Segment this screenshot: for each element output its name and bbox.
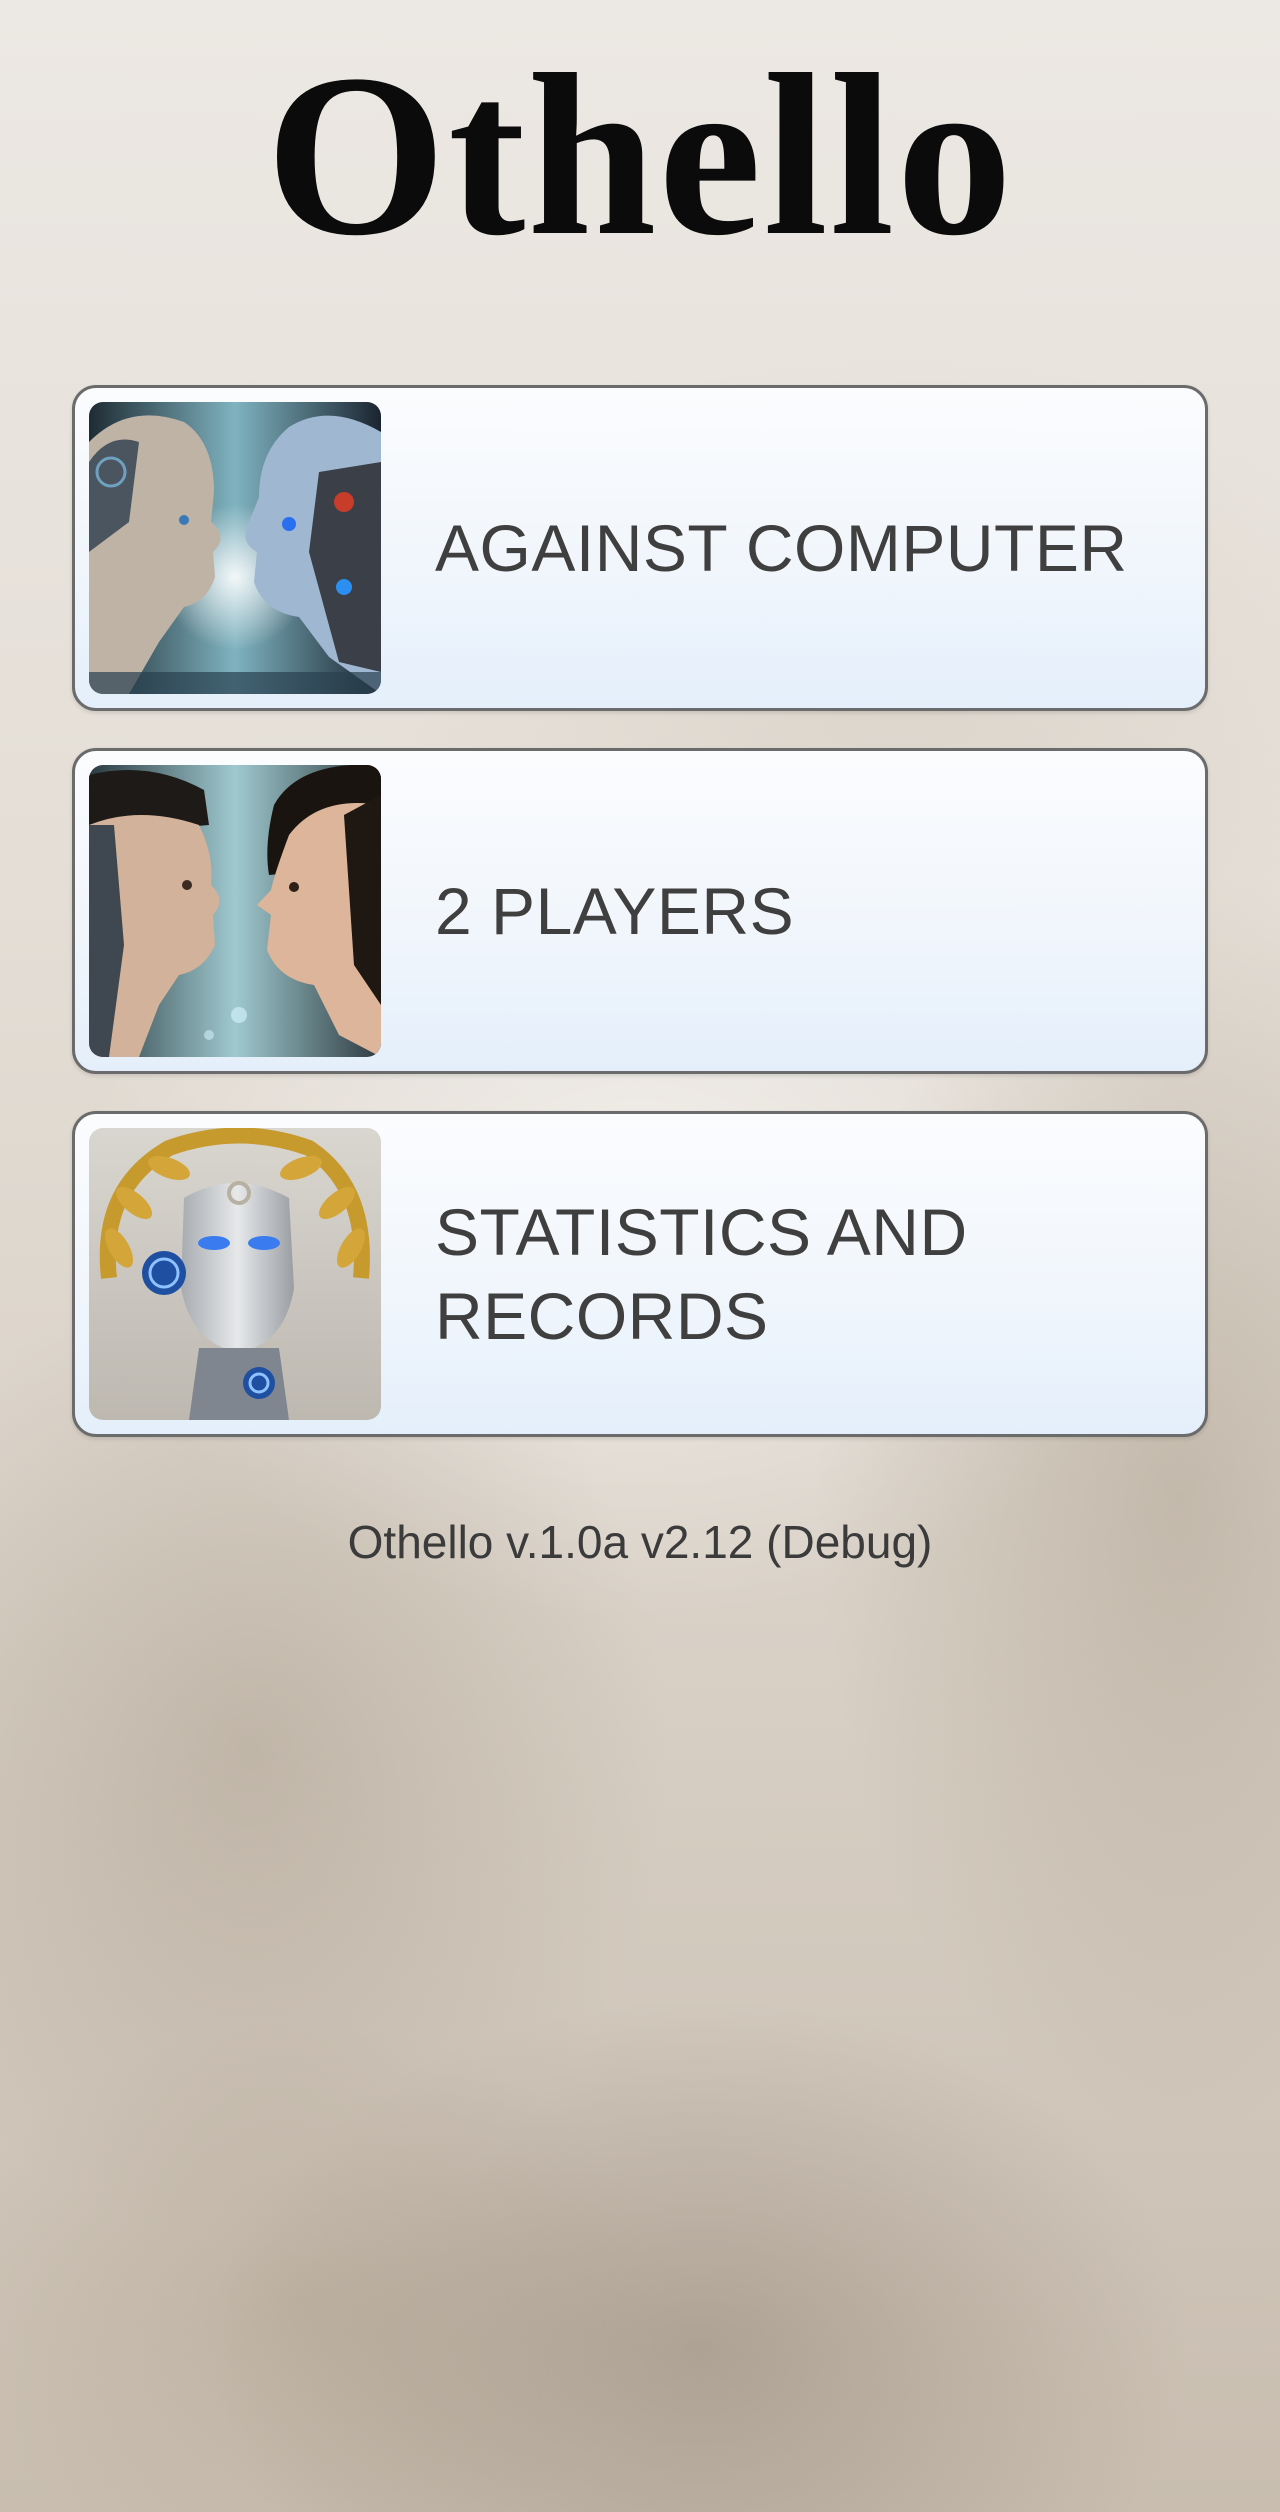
against-computer-button[interactable]: AGAINST COMPUTER	[72, 385, 1208, 711]
main-menu: AGAINST COMPUTER 2 PLAYERS STATISTICS AN…	[72, 385, 1208, 1474]
version-text: Othello v.1.0a v2.12 (Debug)	[347, 1516, 933, 1568]
laurel-android-icon	[89, 1128, 381, 1420]
two-faces-icon	[89, 765, 381, 1057]
two-players-button[interactable]: 2 PLAYERS	[72, 748, 1208, 1074]
human-vs-robot-icon	[89, 402, 381, 694]
statistics-label: STATISTICS AND RECORDS	[435, 1195, 968, 1353]
two-players-label: 2 PLAYERS	[435, 874, 795, 948]
statistics-button[interactable]: STATISTICS AND RECORDS	[72, 1111, 1208, 1437]
against-computer-label: AGAINST COMPUTER	[435, 511, 1128, 585]
app-title: Othello	[265, 27, 1015, 284]
